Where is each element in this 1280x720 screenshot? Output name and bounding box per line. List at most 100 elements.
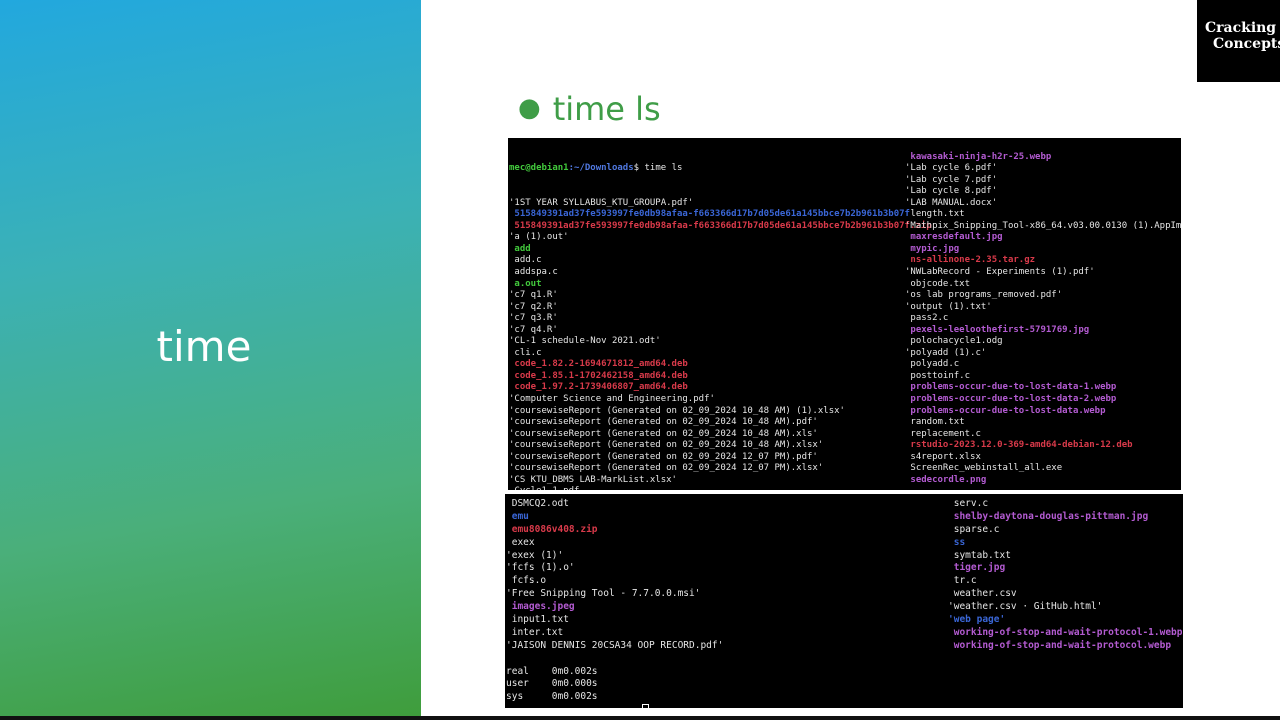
terminal-file-entry: addspa.c [509, 267, 558, 278]
terminal-file-entry: 'coursewiseReport (Generated on 02_09_20… [509, 451, 818, 462]
terminal-file-entry: 'web page' [948, 614, 1006, 626]
terminal-file-entry: 'Lab cycle 6.pdf' [905, 163, 998, 174]
terminal-file-entry: 'a (1).out' [509, 232, 569, 243]
terminal-file-entry: problems-occur-due-to-lost-data-2.webp [905, 393, 1117, 404]
terminal-prompt: mec@debian1:~/Downloads$ time ls [509, 163, 683, 174]
terminal-file-entry: 'coursewiseReport (Generated on 02_09_20… [509, 463, 824, 474]
terminal-file-entry: 'c7 q4.R' [509, 324, 558, 335]
terminal-file-entry: ss [948, 536, 966, 548]
terminal-file-entry: weather.csv [948, 588, 1017, 600]
terminal-file-entry: 'Mathpix_Snipping_Tool-x86_64.v03.00.013… [905, 220, 1181, 231]
terminal-screenshot-top: mec@debian1:~/Downloads$ time ls '1ST YE… [508, 138, 1181, 490]
terminal-file-entry: 'os lab programs_removed.pdf' [905, 290, 1063, 301]
terminal-file-entry: 'Lab cycle 7.pdf' [905, 174, 998, 185]
terminal-file-entry: problems-occur-due-to-lost-data.webp [905, 405, 1106, 416]
terminal-file-entry: 'polyadd (1).c' [905, 347, 987, 358]
terminal-file-entry: 'output (1).txt' [905, 301, 992, 312]
terminal-file-entry: exex [506, 536, 535, 548]
terminal-top-right-column: kawasaki-ninja-h2r-25.webp 'Lab cycle 6.p… [905, 152, 1181, 487]
terminal-file-entry: maxresdefault.jpg [905, 232, 1003, 243]
terminal-file-entry: code_1.97.2-1739406807_amd64.deb [509, 382, 688, 393]
terminal-file-entry: kawasaki-ninja-h2r-25.webp [905, 151, 1052, 162]
terminal-file-entry: symtab.txt [948, 549, 1011, 561]
terminal-file-entry: 'c7 q3.R' [509, 313, 558, 324]
terminal-file-entry: 'exex (1)' [506, 549, 564, 561]
section-title: time [156, 322, 252, 371]
terminal-file-entry: polyadd.c [905, 359, 960, 370]
terminal-file-entry: images.jpeg [506, 601, 575, 613]
terminal-file-entry: 'CS KTU_DBMS LAB-MarkList.xlsx' [509, 474, 677, 485]
terminal-file-entry: sys 0m0.002s [506, 691, 598, 703]
terminal-file-entry: Cycle1-1.pdf [509, 486, 932, 490]
terminal-file-entry: polochacycle1.odg [905, 336, 1003, 347]
terminal-file-entry: 515849391ad37fe593997fe0db98afaa-f663366… [509, 209, 910, 220]
terminal-file-entry: 'JAISON DENNIS 20CSA34 OOP RECORD.pdf' [506, 639, 724, 651]
channel-logo: Cracking Concepts [1197, 0, 1280, 82]
logo-line1: Cracking [1205, 20, 1277, 36]
terminal-file-entry: 'coursewiseReport (Generated on 02_09_20… [509, 428, 818, 439]
terminal-file-entry: ns-allinone-2.35.tar.gz [905, 255, 1036, 266]
terminal-file-entry: 'LAB MANUAL.docx' [905, 197, 998, 208]
terminal-file-entry: 'Free Snipping Tool - 7.7.0.0.msi' [506, 588, 701, 600]
terminal-file-entry: pexels-leeloothefirst-5791769.jpg [905, 324, 1090, 335]
terminal-file-entry: 515849391ad37fe593997fe0db98afaa-f663366… [509, 220, 932, 231]
terminal-file-entry: sparse.c [948, 523, 1000, 535]
terminal-file-entry: 'fcfs (1).o' [506, 562, 575, 574]
bottom-border [0, 716, 1280, 720]
terminal-screenshot-bottom: DSMCQ2.odt emu emu8086v408.zip exex'exex… [505, 494, 1183, 708]
terminal-file-entry: code_1.85.1-1702462158_amd64.deb [509, 370, 688, 381]
terminal-file-entry: working-of-stop-and-wait-protocol-1.webp [948, 626, 1183, 638]
terminal-file-entry: 'coursewiseReport (Generated on 02_09_20… [509, 440, 824, 451]
terminal-top-left-list: '1ST YEAR SYLLABUS_KTU_GROUPA.pdf' 51584… [509, 198, 932, 490]
terminal-file-entry: user 0m0.000s [506, 678, 598, 690]
terminal-file-entry: real 0m0.002s [506, 665, 598, 677]
terminal-file-entry: 'c7 q2.R' [509, 301, 558, 312]
terminal-file-entry: 'c7 q1.R' [509, 290, 558, 301]
terminal-file-entry: add [509, 243, 531, 254]
terminal-file-entry: shelby-daytona-douglas-pittman.jpg [948, 510, 1149, 522]
terminal-file-entry: sedecordle.png [905, 474, 987, 485]
terminal-file-entry: length.txt [905, 209, 965, 220]
terminal-file-entry: problems-occur-due-to-lost-data-1.webp [905, 382, 1117, 393]
terminal-file-entry: s4report.xlsx [905, 451, 981, 462]
terminal-file-entry: mypic.jpg [905, 243, 960, 254]
terminal-file-entry: serv.c [948, 498, 989, 509]
terminal-file-entry: objcode.txt [905, 278, 971, 289]
terminal-file-entry: 'Lab cycle 8.pdf' [905, 186, 998, 197]
terminal-file-entry: tr.c [948, 575, 977, 587]
terminal-bottom-right-column: serv.c shelby-daytona-douglas-pittman.jp… [948, 498, 1183, 653]
terminal-file-entry: inter.txt [506, 626, 564, 638]
terminal-file-entry: rstudio-2023.12.0-369-amd64-debian-12.de… [905, 440, 1133, 451]
terminal-file-entry: working-of-stop-and-wait-protocol.webp [948, 639, 1172, 651]
mouse-cursor-icon [642, 704, 649, 711]
terminal-file-entry: pass2.c [905, 313, 949, 324]
terminal-file-entry: 'coursewiseReport (Generated on 02_09_20… [509, 417, 818, 428]
terminal-file-entry: ScreenRec_webinstall_all.exe [905, 463, 1063, 474]
terminal-file-entry: fcfs.o [506, 575, 547, 587]
terminal-file-entry: input1.txt [506, 614, 569, 626]
bullet-text: time ls [552, 90, 661, 128]
terminal-file-entry: a.out [509, 278, 542, 289]
terminal-file-entry: emu [506, 510, 529, 522]
terminal-file-entry: random.txt [905, 417, 965, 428]
terminal-file-entry: 'CL-1 schedule-Nov 2021.odt' [509, 336, 661, 347]
slide-bullet: ● time ls [518, 90, 661, 128]
terminal-file-entry [506, 653, 723, 666]
terminal-file-entry: tiger.jpg [948, 562, 1006, 574]
terminal-file-entry: 'NWLabRecord - Experiments (1).pdf' [905, 266, 1095, 277]
terminal-file-entry: 'coursewiseReport (Generated on 02_09_20… [509, 405, 845, 416]
bullet-icon: ● [518, 93, 541, 123]
terminal-bottom-left-column: DSMCQ2.odt emu emu8086v408.zip exex'exex… [506, 498, 723, 704]
terminal-file-entry: emu8086v408.zip [506, 523, 598, 535]
terminal-top-left-column: mec@debian1:~/Downloads$ time ls '1ST YE… [509, 140, 932, 490]
terminal-file-entry: '1ST YEAR SYLLABUS_KTU_GROUPA.pdf' [509, 197, 694, 208]
terminal-file-entry: DSMCQ2.odt [506, 498, 569, 509]
left-slide-panel: time [0, 0, 421, 716]
terminal-file-entry: cli.c [509, 347, 542, 358]
terminal-file-entry: 'Computer Science and Engineering.pdf' [509, 394, 715, 405]
terminal-file-entry: replacement.c [905, 428, 981, 439]
terminal-file-entry: add.c [509, 255, 542, 266]
terminal-file-entry: 'weather.csv · GitHub.html' [948, 601, 1103, 613]
terminal-file-entry: posttoinf.c [905, 370, 971, 381]
terminal-file-entry: code_1.82.2-1694671812_amd64.deb [509, 359, 688, 370]
